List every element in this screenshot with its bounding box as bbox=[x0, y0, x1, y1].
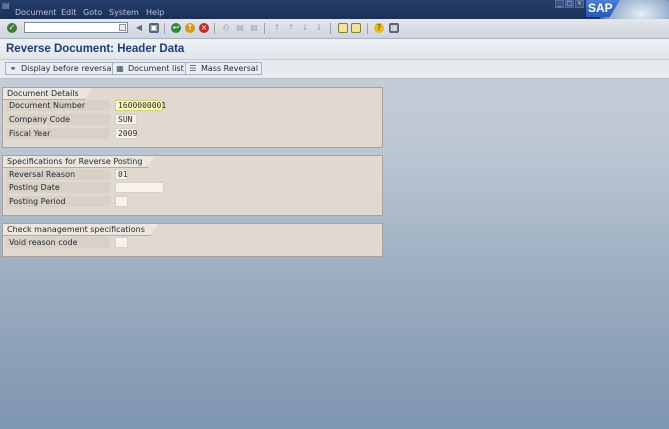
menu-goto[interactable]: Goto bbox=[83, 8, 102, 17]
enter-icon[interactable]: ✓ bbox=[7, 23, 17, 33]
display-before-reversal-label: Display before reversal bbox=[21, 64, 114, 73]
group-title: Check management specifications bbox=[3, 224, 158, 236]
create-session-icon[interactable] bbox=[338, 23, 348, 33]
group-title: Document Details bbox=[3, 88, 92, 100]
fiscal-year-label: Fiscal Year bbox=[6, 128, 110, 139]
posting-period-label: Posting Period bbox=[6, 196, 110, 207]
document-number-field[interactable]: 1600000001 bbox=[115, 100, 166, 111]
document-number-label: Document Number bbox=[6, 100, 110, 111]
minimize-icon[interactable]: _ bbox=[555, 0, 564, 8]
save-icon[interactable]: ▣ bbox=[149, 23, 159, 33]
first-page-icon[interactable]: ⇑ bbox=[272, 23, 282, 33]
void-reason-code-label: Void reason code bbox=[6, 237, 110, 248]
document-details-group: Document Details Document Number 1600000… bbox=[2, 87, 383, 148]
command-dropdown-icon[interactable] bbox=[119, 24, 126, 31]
display-before-reversal-button[interactable]: ⚭ Display before reversal bbox=[5, 62, 118, 75]
toolbar-separator bbox=[214, 23, 215, 34]
system-menu-icon[interactable]: ▤ bbox=[2, 1, 11, 10]
document-list-button[interactable]: ▦ Document list bbox=[112, 62, 188, 75]
application-toolbar: ⚭ Display before reversal ▦ Document lis… bbox=[0, 60, 669, 79]
next-page-icon[interactable]: ↓ bbox=[300, 23, 310, 33]
close-icon[interactable]: × bbox=[575, 0, 584, 8]
cancel-icon[interactable]: × bbox=[199, 23, 209, 33]
find-icon[interactable]: ▤ bbox=[235, 23, 245, 33]
mass-reversal-icon: ☰ bbox=[189, 64, 197, 73]
posting-date-field[interactable] bbox=[115, 182, 164, 193]
menu-document[interactable]: Document bbox=[15, 8, 56, 17]
document-list-label: Document list bbox=[128, 64, 184, 73]
menu-system[interactable]: System bbox=[109, 8, 139, 17]
customize-layout-icon[interactable]: ▦ bbox=[389, 23, 399, 33]
previous-page-icon[interactable]: ↑ bbox=[286, 23, 296, 33]
posting-period-field[interactable] bbox=[115, 196, 128, 207]
last-page-icon[interactable]: ⇓ bbox=[314, 23, 324, 33]
print-icon[interactable]: ⎙ bbox=[221, 23, 231, 33]
menu-edit[interactable]: Edit bbox=[61, 8, 77, 17]
window-controls: _ □ × bbox=[555, 0, 584, 8]
standard-toolbar: ✓ ◀ ▣ ↩ ↑ × ⎙ ▤ ▤ ⇑ ↑ ↓ ⇓ ? ▦ bbox=[0, 19, 669, 39]
specifications-group: Specifications for Reverse Posting Rever… bbox=[2, 155, 383, 216]
command-field[interactable] bbox=[24, 22, 128, 33]
shortcut-icon[interactable] bbox=[351, 23, 361, 33]
title-bar: Reverse Document: Header Data bbox=[0, 39, 669, 59]
void-reason-code-field[interactable] bbox=[115, 237, 128, 248]
company-code-label: Company Code bbox=[6, 114, 110, 125]
reversal-reason-field[interactable]: 01 bbox=[115, 169, 128, 180]
fiscal-year-field[interactable]: 2009 bbox=[115, 128, 137, 139]
previous-icon[interactable]: ◀ bbox=[134, 23, 144, 33]
toolbar-separator bbox=[264, 23, 265, 34]
glasses-icon: ⚭ bbox=[9, 64, 17, 73]
help-icon[interactable]: ? bbox=[374, 23, 384, 33]
toolbar-separator bbox=[367, 23, 368, 34]
exit-icon[interactable]: ↑ bbox=[185, 23, 195, 33]
group-title: Specifications for Reverse Posting bbox=[3, 156, 156, 168]
toolbar-separator bbox=[164, 23, 165, 34]
mass-reversal-label: Mass Reversal bbox=[201, 64, 259, 73]
page-title: Reverse Document: Header Data bbox=[6, 43, 185, 55]
toolbar-separator bbox=[330, 23, 331, 34]
check-management-group: Check management specifications Void rea… bbox=[2, 223, 383, 257]
menu-bar: ▤ Document Edit Goto System Help _ □ × S… bbox=[0, 0, 669, 40]
back-icon[interactable]: ↩ bbox=[171, 23, 181, 33]
posting-date-label: Posting Date bbox=[6, 182, 110, 193]
menu-help[interactable]: Help bbox=[146, 8, 164, 17]
mass-reversal-button[interactable]: ☰ Mass Reversal bbox=[185, 62, 263, 75]
reversal-reason-label: Reversal Reason bbox=[6, 169, 110, 180]
maximize-icon[interactable]: □ bbox=[565, 0, 574, 8]
company-code-field[interactable]: SUN bbox=[115, 114, 137, 125]
list-icon: ▦ bbox=[116, 64, 124, 73]
find-next-icon[interactable]: ▤ bbox=[249, 23, 259, 33]
